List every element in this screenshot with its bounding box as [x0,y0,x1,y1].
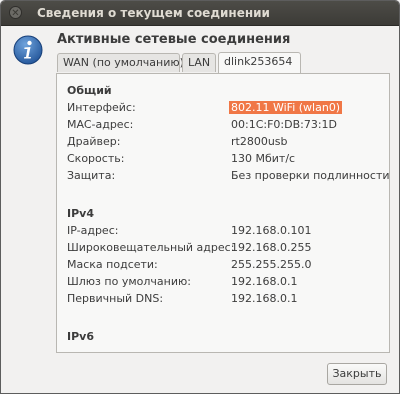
driver-label: Драйвер: [67,135,121,148]
security-value[interactable]: Без проверки подлинности [231,169,389,182]
page-heading: Активные сетевые соединения [57,32,291,47]
broadcast-value[interactable]: 192.168.0.255 [231,241,311,254]
security-label: Защита: [67,169,116,182]
subnet-mask-value[interactable]: 255.255.255.0 [231,258,311,271]
section-title-ipv6: IPv6 [67,330,94,343]
ip-address-value[interactable]: 192.168.0.101 [231,224,311,237]
mac-value[interactable]: 00:1C:F0:DB:73:1D [231,118,337,131]
connection-details-panel: Общий Интерфейс: 802.11 WiFi (wlan0) MAC… [56,73,390,353]
section-title-ipv4: IPv4 [67,207,94,220]
close-button[interactable]: Закрыть [327,363,387,385]
default-gateway-label: Шлюз по умолчанию: [67,275,191,288]
speed-value[interactable]: 130 Мбит/с [231,152,295,165]
window-title: Сведения о текущем соединении [37,6,270,20]
primary-dns-value[interactable]: 192.168.0.1 [231,292,297,305]
broadcast-label: Широковещательный адрес: [67,241,235,254]
info-icon [13,35,43,65]
section-title-general: Общий [67,84,112,97]
subnet-mask-label: Маска подсети: [67,258,158,271]
ip-address-label: IP-адрес: [67,224,119,237]
speed-label: Скорость: [67,152,125,165]
default-gateway-value[interactable]: 192.168.0.1 [231,275,297,288]
title-bar[interactable]: ✕ Сведения о текущем соединении [1,1,399,26]
mac-label: MAC-адрес: [67,118,134,131]
interface-label: Интерфейс: [67,101,136,114]
dialog-window: ✕ Сведения о текущем соединении Активные… [0,0,400,394]
tab-dlink253654[interactable]: dlink253654 [218,52,301,73]
driver-value[interactable]: rt2800usb [231,135,288,148]
window-close-button[interactable]: ✕ [9,6,22,19]
interface-value[interactable]: 802.11 WiFi (wlan0) [229,101,343,114]
primary-dns-label: Первичный DNS: [67,292,164,305]
close-icon: ✕ [11,8,20,19]
interface-value-text[interactable]: 802.11 WiFi (wlan0) [229,101,343,114]
tab-lan[interactable]: LAN [182,53,216,72]
tab-wan[interactable]: WAN (по умолчанию) [57,53,184,72]
